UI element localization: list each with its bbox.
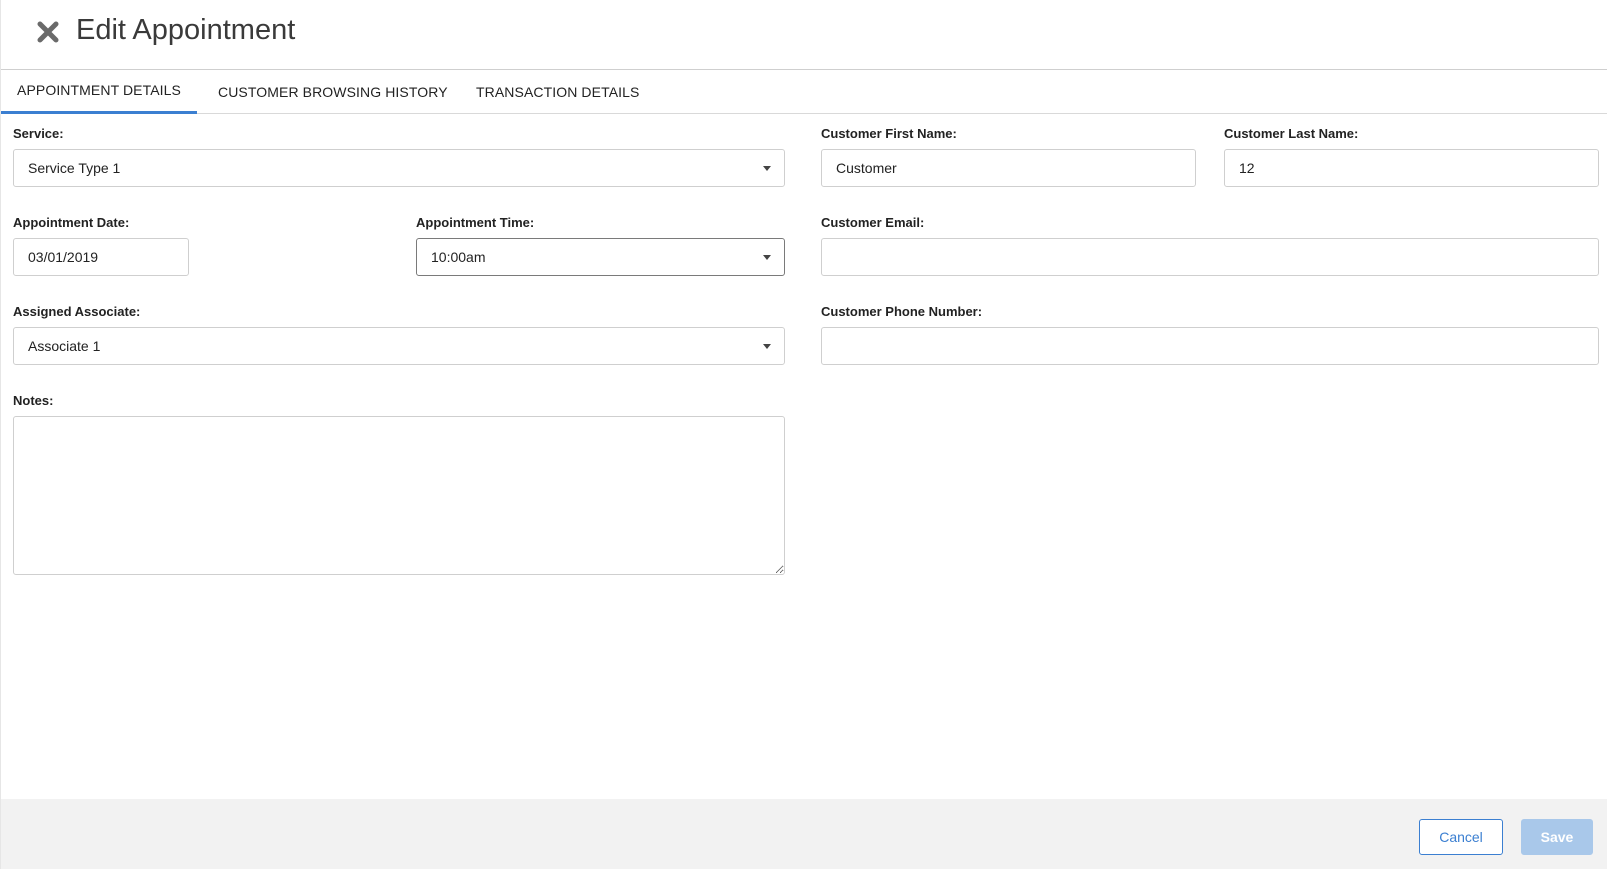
appointment-time-label: Appointment Time: bbox=[416, 215, 535, 230]
customer-last-name-input[interactable] bbox=[1224, 149, 1599, 187]
service-label: Service: bbox=[13, 126, 64, 141]
appointment-time-select-value: 10:00am bbox=[431, 249, 486, 265]
assigned-associate-select-value: Associate 1 bbox=[28, 338, 101, 354]
chevron-down-icon bbox=[763, 166, 771, 171]
tab-transaction-details[interactable]: TRANSACTION DETAILS bbox=[476, 70, 639, 114]
tab-customer-browsing-history[interactable]: CUSTOMER BROWSING HISTORY bbox=[218, 70, 448, 114]
customer-email-label: Customer Email: bbox=[821, 215, 925, 230]
dialog-footer: Cancel Save bbox=[1, 799, 1607, 869]
customer-first-name-label: Customer First Name: bbox=[821, 126, 957, 141]
appointment-date-input[interactable] bbox=[13, 238, 189, 276]
page-title: Edit Appointment bbox=[76, 14, 296, 46]
notes-textarea[interactable] bbox=[13, 416, 785, 575]
assigned-associate-select[interactable]: Associate 1 bbox=[13, 327, 785, 365]
close-icon bbox=[37, 21, 59, 43]
appointment-date-label: Appointment Date: bbox=[13, 215, 130, 230]
cancel-button[interactable]: Cancel bbox=[1419, 819, 1503, 855]
customer-first-name-input[interactable] bbox=[821, 149, 1196, 187]
chevron-down-icon bbox=[763, 255, 771, 260]
customer-phone-input[interactable] bbox=[821, 327, 1599, 365]
notes-label: Notes: bbox=[13, 393, 54, 408]
assigned-associate-label: Assigned Associate: bbox=[13, 304, 141, 319]
customer-last-name-label: Customer Last Name: bbox=[1224, 126, 1359, 141]
appointment-time-select[interactable]: 10:00am bbox=[416, 238, 785, 276]
customer-phone-label: Customer Phone Number: bbox=[821, 304, 983, 319]
dialog-header: Edit Appointment bbox=[1, 0, 1607, 70]
service-select-value: Service Type 1 bbox=[28, 160, 121, 176]
service-select[interactable]: Service Type 1 bbox=[13, 149, 785, 187]
tab-appointment-details[interactable]: APPOINTMENT DETAILS bbox=[1, 70, 197, 114]
edit-appointment-dialog: Edit Appointment APPOINTMENT DETAILS CUS… bbox=[0, 0, 1607, 869]
save-button[interactable]: Save bbox=[1521, 819, 1593, 855]
chevron-down-icon bbox=[763, 344, 771, 349]
tab-bar: APPOINTMENT DETAILS CUSTOMER BROWSING HI… bbox=[1, 70, 1607, 114]
customer-email-input[interactable] bbox=[821, 238, 1599, 276]
close-button[interactable] bbox=[36, 20, 60, 44]
